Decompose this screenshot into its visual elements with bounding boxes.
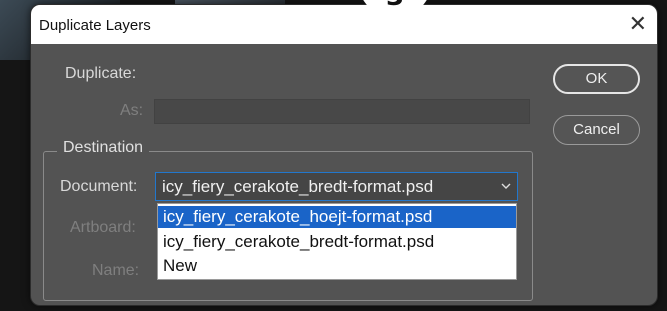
dropdown-option-hoejt[interactable]: icy_fiery_cerakote_hoejt-format.psd (158, 206, 516, 228)
document-select[interactable]: icy_fiery_cerakote_bredt-format.psd (155, 172, 518, 201)
duplicate-layers-dialog: Duplicate Layers ✕ Duplicate: As: OK Can… (30, 4, 658, 306)
dropdown-option-new[interactable]: New (158, 255, 516, 277)
ok-button[interactable]: OK (553, 64, 640, 94)
as-label: As: (120, 102, 144, 119)
duplicate-label: Duplicate: (65, 65, 137, 82)
close-icon[interactable]: ✕ (629, 11, 647, 37)
document-select-value: icy_fiery_cerakote_bredt-format.psd (162, 177, 434, 196)
dialog-title: Duplicate Layers (39, 17, 151, 34)
dialog-titlebar: Duplicate Layers ✕ (31, 5, 657, 44)
document-dropdown-list: icy_fiery_cerakote_hoejt-format.psd icy_… (157, 203, 517, 280)
dropdown-option-bredt[interactable]: icy_fiery_cerakote_bredt-format.psd (158, 231, 516, 253)
name-label: Name: (92, 262, 140, 279)
step-badge-number: 3 (358, 0, 432, 12)
artboard-label: Artboard: (70, 219, 136, 236)
cancel-button[interactable]: Cancel (553, 115, 640, 145)
as-input[interactable] (154, 99, 530, 124)
document-label: Document: (60, 178, 138, 195)
destination-legend: Destination (57, 139, 150, 157)
